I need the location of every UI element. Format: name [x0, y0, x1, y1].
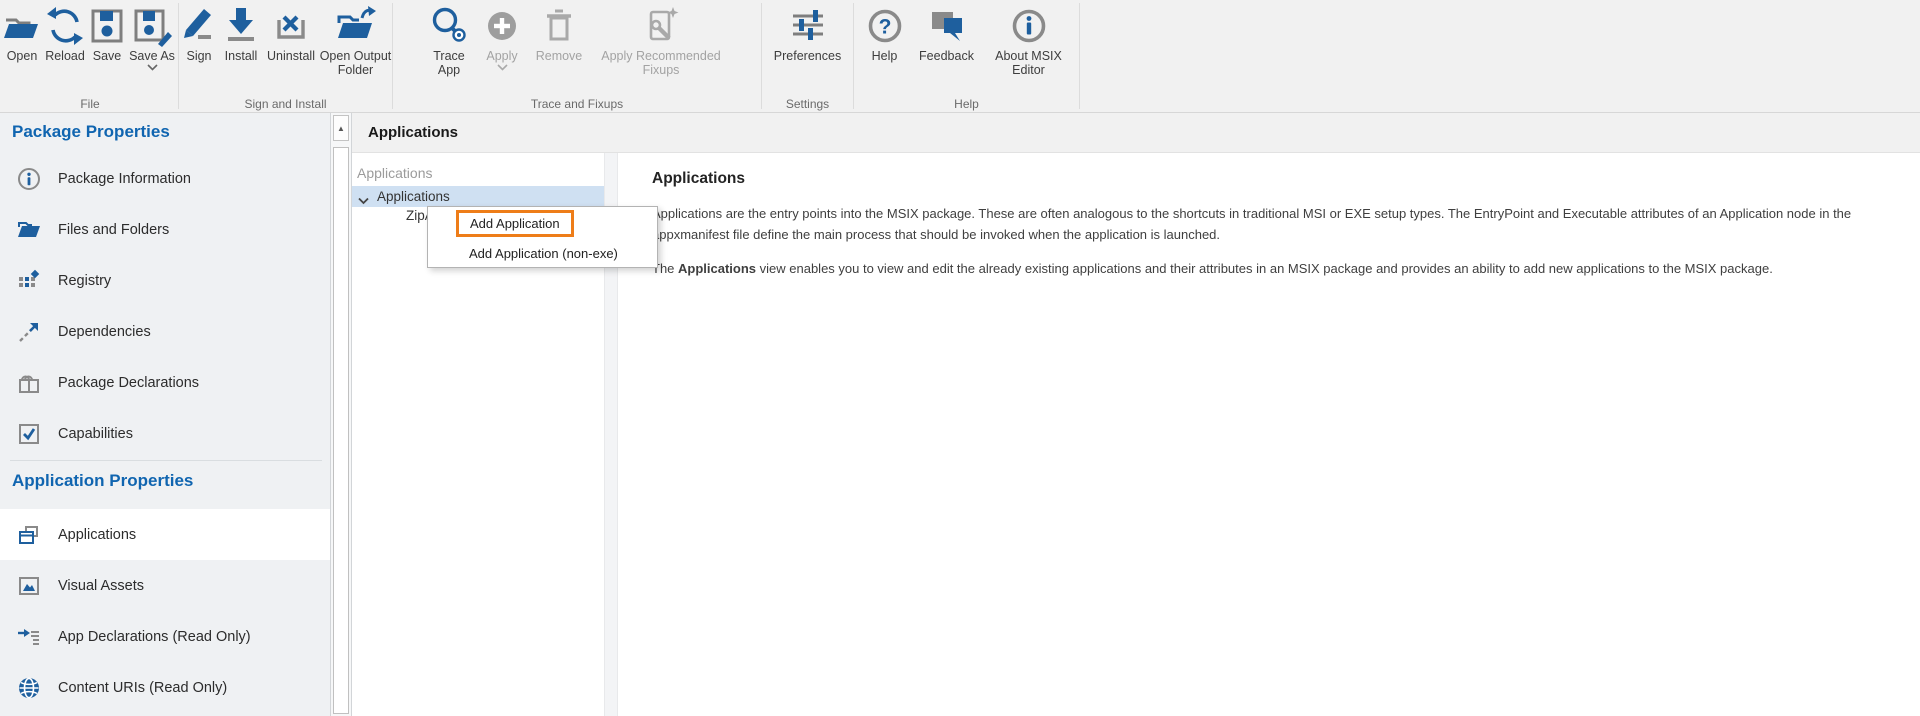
msix-editor-window: Open Reload Save [0, 0, 1920, 716]
scrollbar-thumb[interactable] [333, 147, 349, 714]
fixups-document-icon [640, 5, 682, 47]
reload-button[interactable]: Reload [42, 5, 88, 72]
ribbon-toolbar: Open Reload Save [0, 0, 1920, 113]
registry-blocks-icon [17, 269, 41, 293]
menu-item-add-application[interactable]: Add Application [456, 210, 574, 237]
sidebar-item-package-information[interactable]: Package Information [0, 153, 330, 204]
sidebar-navigation: Package Properties Package Information F… [0, 113, 330, 716]
description-panel: Applications Applications are the entry … [618, 153, 1920, 716]
remove-button[interactable]: Remove [531, 5, 587, 77]
trace-app-magnifier-icon [428, 5, 470, 47]
about-info-icon [1008, 5, 1050, 47]
sidebar-item-applications[interactable]: Applications [0, 509, 330, 560]
sidebar-item-capabilities[interactable]: Capabilities [0, 408, 330, 459]
ribbon-group-label-help: Help [854, 97, 1079, 111]
apply-button[interactable]: Apply [479, 5, 525, 77]
folder-icon [17, 218, 41, 242]
scroll-up-button[interactable]: ▲ [333, 115, 349, 141]
content-header: Applications [352, 113, 1920, 153]
sidebar-item-package-declarations[interactable]: Package Declarations [0, 357, 330, 408]
ribbon-group-sign-and-install: Sign Install Uninstall [179, 0, 392, 112]
apply-dropdown-chevron-icon[interactable] [497, 64, 508, 72]
description-paragraph-2: The Applications view enables you to vie… [652, 258, 1884, 279]
feedback-bubble-icon [926, 5, 968, 47]
install-arrow-icon [220, 5, 262, 47]
open-button[interactable]: Open [2, 5, 42, 72]
help-button[interactable]: ? Help [863, 5, 907, 77]
menu-item-add-application-non-exe[interactable]: Add Application (non-exe) [469, 246, 618, 261]
ribbon-group-label-sign-and-install: Sign and Install [179, 97, 392, 111]
save-as-icon [131, 5, 173, 47]
save-as-button[interactable]: Save As [126, 5, 178, 72]
sidebar-heading-package-properties: Package Properties [12, 122, 170, 142]
remove-trash-icon [538, 5, 580, 47]
tree-node-applications[interactable]: Applications [352, 186, 604, 207]
open-output-folder-icon [335, 5, 377, 47]
chevron-down-icon[interactable] [358, 192, 369, 201]
description-heading: Applications [652, 170, 1920, 188]
svg-text:?: ? [878, 16, 891, 39]
uninstall-icon [270, 5, 312, 47]
sidebar-heading-application-properties: Application Properties [12, 471, 193, 491]
ribbon-group-label-trace-and-fixups: Trace and Fixups [393, 97, 761, 111]
context-menu: Add Application Add Application (non-exe… [427, 206, 658, 268]
description-paragraph-1: Applications are the entry points into t… [652, 203, 1884, 245]
sidebar-item-registry[interactable]: Registry [0, 255, 330, 306]
sidebar-item-content-uris[interactable]: Content URIs (Read Only) [0, 662, 330, 713]
scroll-up-arrow-icon: ▲ [337, 124, 345, 133]
help-question-icon: ? [864, 5, 906, 47]
ribbon-group-settings: Preferences Settings [762, 0, 853, 112]
page-title: Applications [368, 124, 458, 141]
arrow-list-icon [17, 625, 41, 649]
apply-recommended-fixups-button[interactable]: Apply Recommended Fixups [593, 5, 729, 77]
package-box-icon [17, 371, 41, 395]
ribbon-group-trace-and-fixups: Trace App Apply Remove [393, 0, 761, 112]
about-msix-editor-button[interactable]: About MSIX Editor [987, 5, 1071, 77]
ribbon-group-label-settings: Settings [762, 97, 853, 111]
bold-applications-word: Applications [678, 261, 756, 276]
uninstall-button[interactable]: Uninstall [263, 5, 319, 77]
sidebar-scrollbar[interactable]: ▲ [330, 113, 352, 716]
open-output-folder-button[interactable]: Open Output Folder [319, 5, 392, 77]
preferences-button[interactable]: Preferences [766, 5, 850, 63]
info-circle-icon [17, 167, 41, 191]
trace-app-button[interactable]: Trace App [425, 5, 473, 77]
ribbon-group-help: ? Help Feedback About MSIX Editor [854, 0, 1079, 112]
ribbon-separator [1079, 3, 1080, 109]
ribbon-group-label-file: File [2, 97, 178, 111]
sidebar-item-visual-assets[interactable]: Visual Assets [0, 560, 330, 611]
save-icon [86, 5, 128, 47]
feedback-button[interactable]: Feedback [915, 5, 979, 77]
sign-button[interactable]: Sign [179, 5, 219, 77]
open-folder-icon [1, 5, 43, 47]
sidebar-item-files-and-folders[interactable]: Files and Folders [0, 204, 330, 255]
image-icon [17, 574, 41, 598]
globe-icon [17, 676, 41, 700]
install-button[interactable]: Install [219, 5, 263, 77]
sign-pencil-icon [178, 5, 220, 47]
reload-icon [44, 5, 86, 47]
sidebar-item-app-declarations[interactable]: App Declarations (Read Only) [0, 611, 330, 662]
save-button[interactable]: Save [88, 5, 126, 72]
apply-plus-icon [481, 5, 523, 47]
app-windows-icon [17, 523, 41, 547]
ribbon-group-file: Open Reload Save [2, 0, 178, 112]
tree-panel-label: Applications [357, 165, 433, 181]
sidebar-item-dependencies[interactable]: Dependencies [0, 306, 330, 357]
checkbox-icon [17, 422, 41, 446]
sidebar-divider [10, 460, 322, 461]
save-as-dropdown-chevron-icon[interactable] [147, 64, 158, 72]
dependencies-arrow-icon [17, 320, 41, 344]
preferences-sliders-icon [787, 5, 829, 47]
